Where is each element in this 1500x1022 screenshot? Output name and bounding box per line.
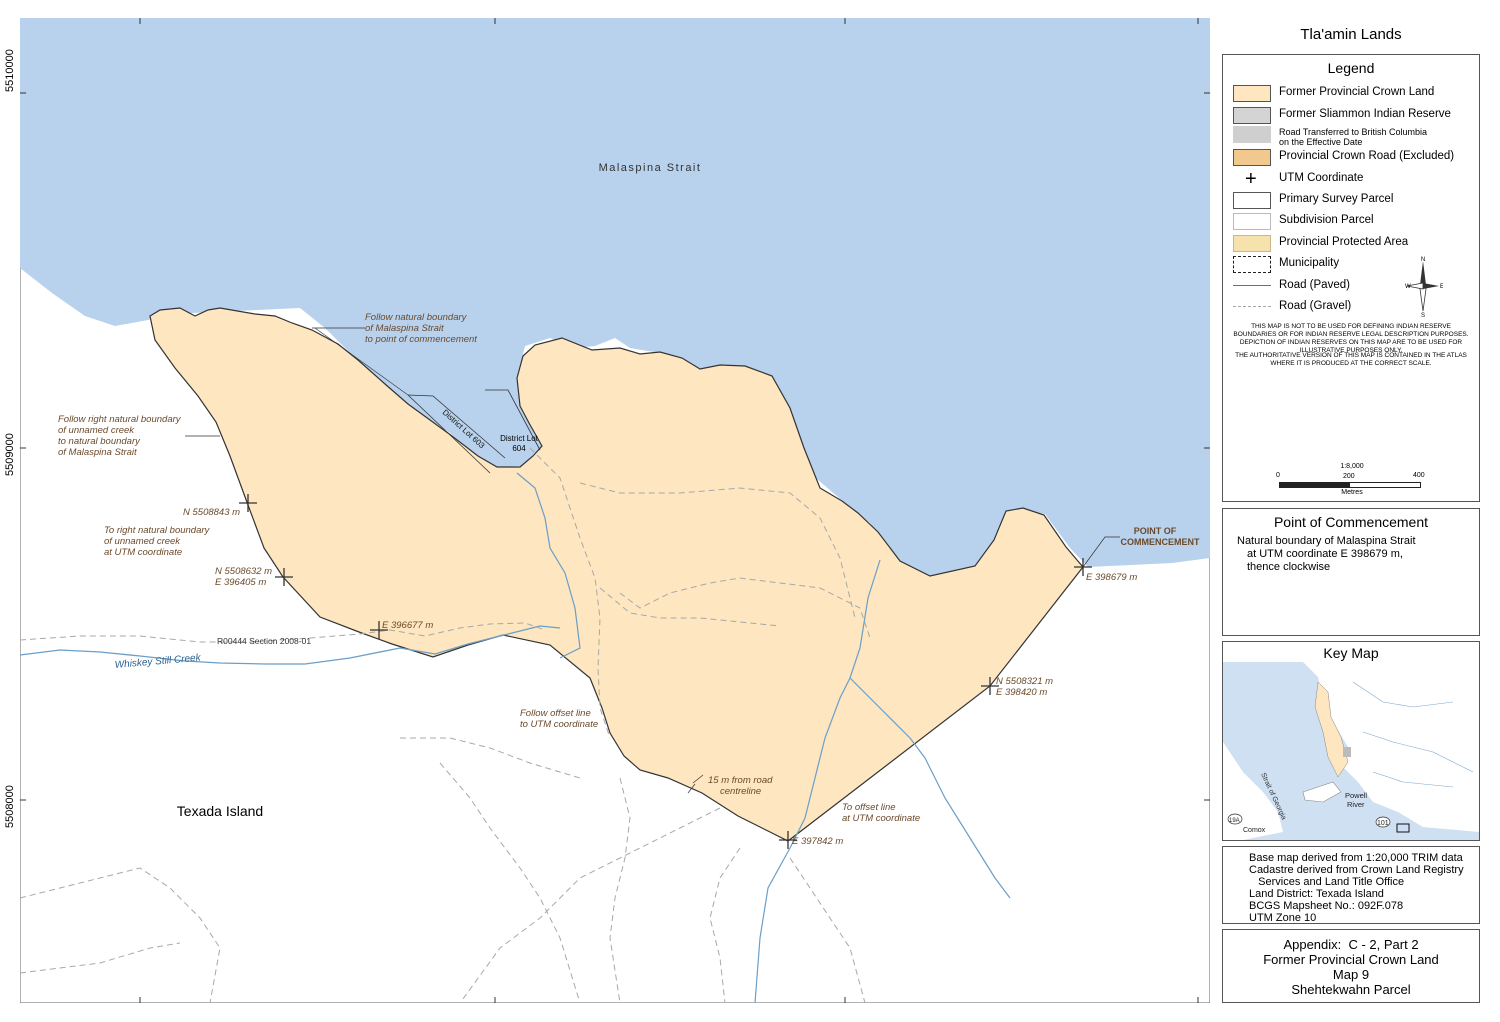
cross-icon: +	[1245, 168, 1257, 190]
poc-label: POINT OF	[1134, 526, 1177, 536]
poc-title: Point of Commencement	[1273, 514, 1429, 530]
source-line: UTM Zone 10	[1249, 912, 1317, 924]
annotation: at UTM coordinate	[104, 547, 182, 558]
scale-tick: 0	[1276, 472, 1280, 479]
north-arrow-icon: N S W E	[1405, 257, 1443, 317]
svg-text:S: S	[1421, 313, 1425, 317]
appendix-line: Former Provincial Crown Land	[1263, 952, 1439, 967]
annotation: 15 m from road	[708, 775, 773, 786]
utm-coordinate: N 5508321 m	[996, 676, 1053, 687]
scale-ratio: 1:8,000	[1340, 463, 1364, 470]
district-lot-604-label: 604	[512, 444, 526, 453]
utm-coordinate: E 396405 m	[215, 577, 266, 588]
source-line: BCGS Mapsheet No.: 092F.078	[1249, 900, 1404, 912]
utm-coordinate: E 398679 m	[1086, 572, 1137, 583]
utm-coordinate: N 5508632 m	[215, 566, 272, 577]
svg-text:River: River	[1347, 800, 1365, 809]
svg-text:Powell: Powell	[1345, 791, 1367, 800]
annotation: to point of commencement	[365, 334, 477, 345]
appendix-line: Map 9	[1332, 967, 1370, 982]
annotation: To right natural boundary	[104, 525, 211, 536]
section-label: R00444 Section 2008-01	[217, 636, 311, 646]
legend-title: Legend	[1327, 60, 1375, 76]
source-line: Base map derived from 1:20,000 TRIM data	[1249, 852, 1463, 864]
poc-panel: Point of Commencement Natural boundary o…	[1222, 508, 1480, 636]
malaspina-strait-label: Malaspina Strait	[599, 162, 702, 174]
svg-text:101: 101	[1377, 820, 1389, 827]
svg-text:W: W	[1405, 284, 1411, 290]
poc-text: at UTM coordinate E 398679 m,	[1247, 548, 1403, 560]
utm-coordinate: E 396677 m	[382, 620, 433, 631]
y-tick-label: 5509000	[4, 433, 16, 476]
scale-tick: 200	[1343, 473, 1355, 480]
appendix-line: Shehtekwahn Parcel	[1291, 982, 1411, 997]
svg-text:19A: 19A	[1229, 818, 1240, 824]
source-line: Land District: Texada Island	[1249, 888, 1384, 900]
key-map-title: Key Map	[1323, 645, 1379, 661]
annotation: to natural boundary	[58, 436, 141, 447]
svg-text:N: N	[1421, 257, 1425, 263]
appendix-panel: Appendix: C - 2, Part 2 Former Provincia…	[1222, 929, 1480, 1003]
svg-text:Comox: Comox	[1243, 827, 1266, 834]
scale-unit: Metres	[1341, 489, 1363, 496]
y-tick-label: 5508000	[4, 785, 16, 828]
utm-coordinate: E 397842 m	[792, 836, 843, 847]
annotation: of Malaspina Strait	[365, 323, 444, 334]
district-lot-604-label: District Lot	[500, 434, 539, 443]
svg-text:E: E	[1440, 284, 1443, 290]
key-map[interactable]: Strait of Georgia Powell River 101 19A C…	[1223, 662, 1479, 840]
poc-label: COMMENCEMENT	[1121, 537, 1200, 547]
main-map[interactable]: 396000 396000 397000 398000 399000 Malas…	[20, 18, 1210, 1003]
annotation: of unnamed creek	[104, 536, 181, 547]
disclaimer: THIS MAP IS NOT TO BE USED FOR DEFINING …	[1233, 323, 1469, 354]
key-map-panel: Key Map Strait of Georgia Powell River 1…	[1222, 641, 1480, 841]
scale-bar	[1279, 482, 1421, 488]
legend-panel: Legend Former Provincial Crown Land Form…	[1222, 54, 1480, 502]
annotation: Follow right natural boundary	[58, 414, 182, 425]
scale-tick: 400	[1413, 472, 1425, 479]
appendix-line: Appendix: C - 2, Part 2	[1283, 937, 1419, 952]
utm-coordinate: N 5508843 m	[183, 507, 240, 518]
annotation: Follow offset line	[520, 708, 591, 719]
utm-coordinate: E 398420 m	[996, 687, 1047, 698]
poc-text: Natural boundary of Malaspina Strait	[1237, 535, 1416, 547]
annotation: To offset line	[842, 802, 896, 813]
annotation: at UTM coordinate	[842, 813, 920, 824]
poc-text: thence clockwise	[1247, 561, 1331, 573]
annotation: of unnamed creek	[58, 425, 135, 436]
annotation: of Malaspina Strait	[58, 447, 137, 458]
source-line: Services and Land Title Office	[1249, 876, 1405, 888]
map-title: Tla'amin Lands	[1300, 26, 1402, 43]
annotation: centreline	[720, 786, 761, 797]
source-panel: Base map derived from 1:20,000 TRIM data…	[1222, 846, 1480, 924]
texada-island-label: Texada Island	[177, 803, 263, 819]
y-tick-label: 5510000	[4, 49, 16, 92]
map-frame: 396000 396000 397000 398000 399000 Malas…	[4, 18, 1210, 1003]
annotation: Follow natural boundary	[365, 312, 468, 323]
disclaimer: THE AUTHORITATIVE VERSION OF THIS MAP IS…	[1235, 352, 1467, 367]
source-line: Cadastre derived from Crown Land Registr…	[1249, 864, 1464, 876]
annotation: to UTM coordinate	[520, 719, 598, 730]
